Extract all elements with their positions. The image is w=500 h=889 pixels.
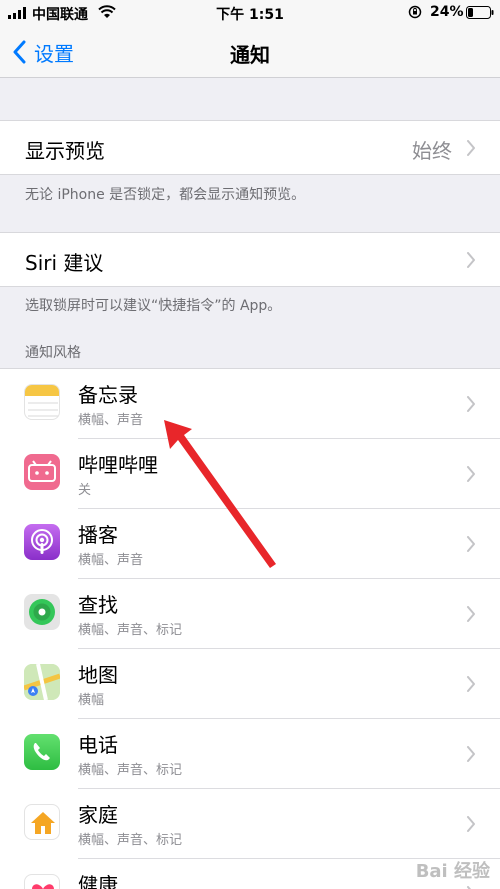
show-previews-row[interactable]: 显示预览 始终 [0, 120, 500, 175]
chevron-right-icon [467, 746, 475, 762]
app-name: 电话 [78, 733, 118, 757]
app-notification-list: 备忘录 横幅、声音 哔哩哔哩 关 播客 横幅、声音 查找 横幅、声音、标记 地图… [0, 368, 500, 889]
status-bar: 中国联通 下午 1:51 24% [0, 0, 500, 26]
app-name: 播客 [78, 523, 118, 547]
chevron-right-icon [467, 140, 475, 156]
navigation-bar: 设置 通知 [0, 26, 500, 78]
siri-suggestions-label: Siri 建议 [25, 251, 104, 275]
chevron-right-icon [467, 252, 475, 268]
bilibili-icon [24, 454, 60, 490]
app-name: 查找 [78, 593, 118, 617]
chevron-right-icon [467, 536, 475, 552]
siri-suggestions-footnote: 选取锁屏时可以建议“快捷指令”的 App。 [25, 298, 282, 314]
battery-percent: 24% [430, 4, 464, 20]
orientation-lock-icon [408, 5, 422, 19]
app-name: 健康 [78, 873, 118, 889]
siri-suggestions-row[interactable]: Siri 建议 [0, 232, 500, 287]
page-title: 通知 [230, 43, 270, 67]
chevron-right-icon [467, 466, 475, 482]
health-icon [24, 874, 60, 889]
app-notification-detail: 横幅、声音、标记 [78, 763, 183, 778]
app-notification-detail: 横幅 [78, 693, 105, 708]
app-notification-detail: 横幅、声音、标记 [78, 623, 183, 638]
app-notification-detail: 横幅、声音 [78, 413, 144, 428]
chevron-right-icon [467, 816, 475, 832]
chevron-right-icon [467, 676, 475, 692]
app-name: 地图 [78, 663, 118, 687]
watermark-logo: Bai 经验 [415, 861, 490, 882]
chevron-right-icon [467, 396, 475, 412]
podcasts-icon [24, 524, 60, 560]
section-header-notification-style: 通知风格 [25, 345, 81, 361]
status-time: 下午 1:51 [216, 7, 284, 23]
app-row-bilibili[interactable]: 哔哩哔哩 关 [0, 439, 500, 509]
show-previews-value: 始终 [412, 139, 452, 163]
phone-icon [24, 734, 60, 770]
app-row-notes[interactable]: 备忘录 横幅、声音 [0, 369, 500, 439]
home-icon [24, 804, 60, 840]
app-notification-detail: 横幅、声音、标记 [78, 833, 183, 848]
app-notification-detail: 关 [78, 483, 92, 498]
app-row-find-my[interactable]: 查找 横幅、声音、标记 [0, 579, 500, 649]
show-previews-label: 显示预览 [25, 139, 105, 163]
app-name: 家庭 [78, 803, 118, 827]
app-name: 哔哩哔哩 [78, 453, 158, 477]
app-row-phone[interactable]: 电话 横幅、声音、标记 [0, 719, 500, 789]
find-my-icon [24, 594, 60, 630]
battery-icon [466, 6, 494, 19]
show-previews-footnote: 无论 iPhone 是否锁定，都会显示通知预览。 [25, 187, 306, 203]
app-row-home[interactable]: 家庭 横幅、声音、标记 [0, 789, 500, 859]
maps-icon [24, 664, 60, 700]
notes-icon [24, 384, 60, 420]
app-name: 备忘录 [78, 383, 138, 407]
app-row-maps[interactable]: 地图 横幅 [0, 649, 500, 719]
app-row-podcasts[interactable]: 播客 横幅、声音 [0, 509, 500, 579]
chevron-right-icon [467, 606, 475, 622]
app-notification-detail: 横幅、声音 [78, 553, 144, 568]
